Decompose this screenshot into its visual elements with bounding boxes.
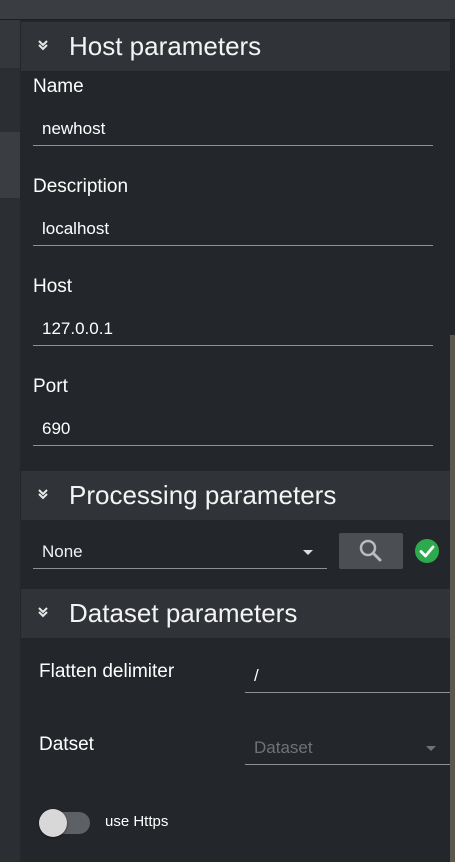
name-input[interactable] [33, 112, 433, 146]
left-panel-edge [0, 20, 20, 862]
chevron-double-down-icon [37, 471, 49, 520]
flatten-delimiter-input[interactable] [245, 659, 450, 693]
chevron-double-down-icon [37, 589, 49, 638]
top-bar [0, 0, 455, 20]
flatten-delimiter-label: Flatten delimiter [39, 661, 175, 682]
dataset-placeholder: Dataset [254, 738, 313, 757]
dataset-label: Datset [39, 734, 94, 755]
use-https-label: use Https [105, 813, 169, 830]
background-edge [450, 335, 455, 862]
check-circle-icon [415, 539, 439, 563]
search-icon [359, 539, 382, 562]
processing-parameters-title: Processing parameters [69, 480, 337, 510]
processing-parameters-header[interactable]: Processing parameters [21, 471, 450, 520]
dropdown-caret-icon [303, 550, 313, 555]
processing-select[interactable]: None [33, 535, 327, 569]
port-input[interactable] [33, 412, 433, 446]
use-https-toggle-knob[interactable] [39, 809, 67, 837]
description-label: Description [33, 176, 129, 197]
dataset-parameters-header[interactable]: Dataset parameters [21, 589, 450, 638]
dataset-select[interactable]: Dataset [245, 731, 450, 765]
host-parameters-header[interactable]: Host parameters [21, 22, 450, 71]
description-input[interactable] [33, 212, 433, 246]
dropdown-caret-icon [426, 746, 436, 751]
left-panel-header [0, 20, 20, 68]
left-panel-selected-item[interactable] [0, 132, 20, 198]
host-input[interactable] [33, 312, 433, 346]
host-parameters-title: Host parameters [69, 31, 262, 61]
parameters-panel: Host parameters Name Description Host Po… [21, 20, 450, 862]
host-label: Host [33, 276, 73, 297]
processing-selected-value: None [42, 542, 83, 561]
port-label: Port [33, 376, 68, 397]
dataset-parameters-title: Dataset parameters [69, 598, 298, 628]
name-label: Name [33, 76, 84, 97]
search-button[interactable] [339, 533, 403, 569]
chevron-double-down-icon [37, 22, 49, 71]
